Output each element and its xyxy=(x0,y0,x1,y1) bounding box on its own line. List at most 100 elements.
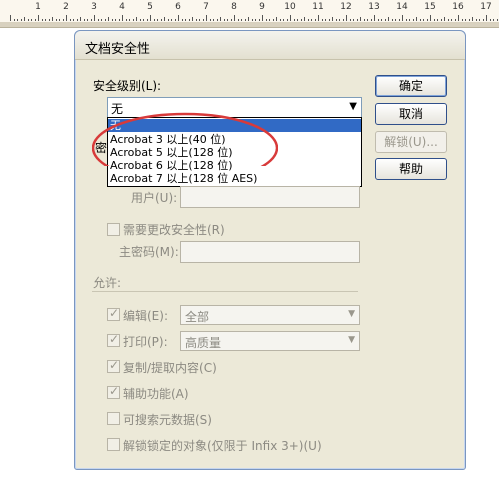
ruler-tick xyxy=(192,17,193,21)
ruler-tick xyxy=(94,15,95,21)
ruler-tick xyxy=(342,19,344,21)
user-password-input[interactable] xyxy=(180,186,360,208)
ruler-number: 8 xyxy=(231,2,237,12)
ruler-tick xyxy=(265,19,267,21)
ruler-tick xyxy=(458,15,459,21)
print-select[interactable]: 高质量 ▼ xyxy=(180,331,360,351)
edit-select[interactable]: 全部 ▼ xyxy=(180,305,360,325)
user-password-label: 用户(U): xyxy=(131,191,178,205)
ruler-tick xyxy=(178,15,179,21)
ruler-tick xyxy=(472,17,473,21)
ruler-tick xyxy=(258,19,260,21)
ruler-tick xyxy=(213,19,214,21)
ruler-number: 7 xyxy=(203,2,209,12)
ruler-tick xyxy=(349,19,351,21)
ruler-tick xyxy=(41,19,43,21)
annotation-ellipse xyxy=(92,112,278,166)
print-checkbox[interactable]: ✓ xyxy=(107,332,120,347)
cancel-button[interactable]: 取消 xyxy=(375,103,447,125)
ruler-tick xyxy=(48,19,50,21)
ruler-tick xyxy=(475,19,477,21)
ruler-number: 16 xyxy=(452,2,464,12)
ruler-tick xyxy=(363,19,365,21)
ruler-tick xyxy=(111,19,113,21)
ruler-tick xyxy=(230,19,232,21)
master-password-input[interactable] xyxy=(180,241,360,263)
ruler-tick xyxy=(66,15,67,21)
chevron-down-icon: ▼ xyxy=(348,309,355,319)
ruler-tick xyxy=(31,19,32,21)
dropdown-arrow-icon[interactable]: ▼ xyxy=(349,101,357,112)
ruler-tick xyxy=(150,15,151,21)
print-label: 打印(P): xyxy=(123,335,168,349)
ruler-tick xyxy=(461,19,463,21)
ruler-tick xyxy=(251,19,253,21)
ruler-tick xyxy=(437,19,438,21)
ruler-tick xyxy=(188,19,190,21)
unlock-button[interactable]: 解锁(U)... xyxy=(375,131,447,153)
ruler-tick xyxy=(479,19,480,21)
ruler-number: 15 xyxy=(424,2,436,12)
ruler-tick xyxy=(356,19,358,21)
edit-label: 编辑(E): xyxy=(123,309,168,323)
unlock-objects-checkbox[interactable] xyxy=(107,438,120,451)
ruler-tick xyxy=(262,15,263,21)
ruler-tick xyxy=(388,17,389,21)
ruler-tick xyxy=(304,17,305,21)
ruler-tick xyxy=(311,19,312,21)
ruler-tick xyxy=(318,15,319,21)
searchable-metadata-checkbox[interactable] xyxy=(107,412,120,425)
ruler-number: 13 xyxy=(368,2,380,12)
ruler-number: 17 xyxy=(480,2,492,12)
chevron-down-icon: ▼ xyxy=(348,335,355,345)
ruler-tick xyxy=(237,19,239,21)
ruler-tick xyxy=(423,19,424,21)
help-button[interactable]: 帮助 xyxy=(375,158,447,180)
ruler-number: 1 xyxy=(35,2,41,12)
check-icon: ✓ xyxy=(109,332,120,346)
dialog-titlebar[interactable]: 文档安全性 xyxy=(75,31,465,60)
ruler-tick xyxy=(139,19,141,21)
ruler-tick xyxy=(69,19,71,21)
ruler-tick xyxy=(377,19,379,21)
ruler-band xyxy=(0,22,499,27)
accessibility-checkbox[interactable]: ✓ xyxy=(107,384,120,399)
ok-button[interactable]: 确定 xyxy=(375,75,447,97)
ruler-tick xyxy=(55,19,57,21)
ruler-tick xyxy=(122,15,123,21)
ruler-tick xyxy=(493,19,494,21)
ruler-tick xyxy=(276,17,277,21)
ruler-tick xyxy=(174,19,176,21)
document-security-dialog: 文档安全性 安全级别(L): 无 ▼ 无 Acrobat 3 以上(40 位) … xyxy=(74,30,466,470)
ruler-tick xyxy=(199,19,200,21)
ruler-tick xyxy=(496,19,498,21)
copy-extract-checkbox[interactable]: ✓ xyxy=(107,358,120,373)
ruler-tick xyxy=(482,19,484,21)
ruler-tick xyxy=(248,17,249,21)
ruler-tick xyxy=(440,19,442,21)
ruler-tick xyxy=(136,17,137,21)
ruler-tick xyxy=(24,17,25,21)
ruler-tick xyxy=(307,19,309,21)
accessibility-label: 辅助功能(A) xyxy=(123,387,189,401)
ruler-tick xyxy=(367,19,368,21)
ruler-tick xyxy=(391,19,393,21)
ruler-tick xyxy=(486,15,487,21)
edit-checkbox[interactable]: ✓ xyxy=(107,306,120,321)
ruler-number: 6 xyxy=(175,2,181,12)
ruler-tick xyxy=(59,19,60,21)
option-acrobat7[interactable]: Acrobat 7 以上(128 位 AES) xyxy=(110,172,257,185)
ruler-tick xyxy=(10,15,11,21)
need-change-security-checkbox[interactable] xyxy=(107,223,120,236)
ruler-number: 3 xyxy=(91,2,97,12)
ruler-tick xyxy=(314,19,316,21)
ruler-tick xyxy=(384,19,386,21)
ruler-tick xyxy=(38,15,39,21)
ruler-tick xyxy=(346,15,347,21)
ruler-tick xyxy=(468,19,470,21)
ruler-number: 4 xyxy=(119,2,125,12)
need-change-security-label: 需要更改安全性(R) xyxy=(123,223,225,237)
ruler-tick xyxy=(370,19,372,21)
copy-extract-label: 复制/提取内容(C) xyxy=(123,361,217,375)
ruler-number: 9 xyxy=(259,2,265,12)
